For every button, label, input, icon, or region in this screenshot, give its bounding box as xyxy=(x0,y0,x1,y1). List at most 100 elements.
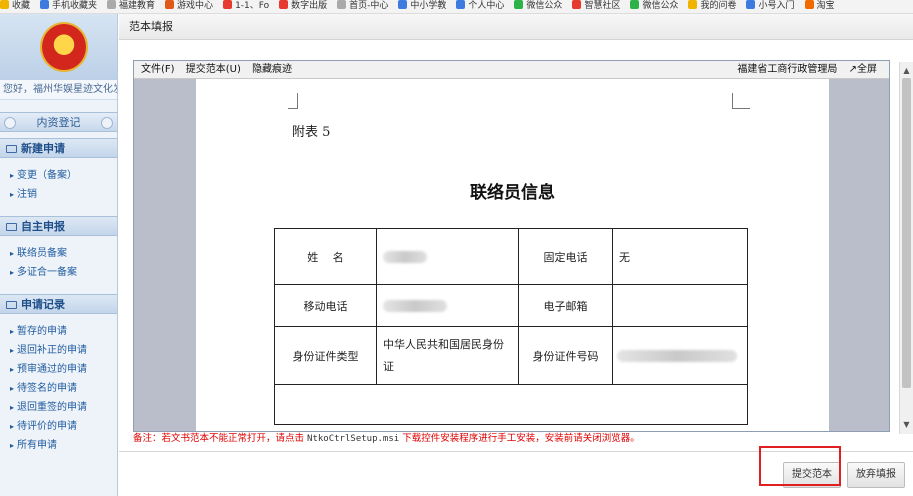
tab-domestic-registration[interactable]: 内资登记 xyxy=(0,112,117,132)
bookmark-item[interactable]: 数字出版 xyxy=(279,0,327,13)
notice-prefix: 备注：若文书范本不能正常打开，请点击 xyxy=(133,433,305,444)
sidebar-item-label: 暂存的申请 xyxy=(17,326,68,337)
label-landline: 固定电话 xyxy=(518,228,613,285)
menu-file[interactable]: 文件(F) xyxy=(141,64,175,75)
sidebar-item[interactable]: ▸ 变更（备案） xyxy=(10,166,117,185)
bookmark-icon xyxy=(572,0,582,9)
sidebar-item[interactable]: ▸ 待签名的申请 xyxy=(10,379,117,398)
arrow-icon: ▸ xyxy=(10,403,15,412)
document-menubar: 文件(F) 提交范本(U) 隐藏痕迹 福建省工商行政管理局 ↗全屏 xyxy=(134,61,889,79)
bookmark-item[interactable]: 微信公众 xyxy=(514,0,563,13)
value-id-number[interactable] xyxy=(612,326,748,385)
national-emblem-logo xyxy=(40,22,88,72)
sidebar-item[interactable]: ▸ 注销 xyxy=(10,185,117,204)
scrollbar-thumb[interactable] xyxy=(902,78,911,388)
document-page: 附表 5 联络员信息 姓 名 固定电话 无 移动电话 电子邮箱 身份证件类型 中… xyxy=(196,79,829,431)
bookmark-icon xyxy=(279,0,289,9)
bookmark-item[interactable]: 微信公众 xyxy=(630,0,678,13)
bookmark-icon xyxy=(107,0,117,9)
bookmarks-bar: 收藏 手机收藏夹 福建教育 游戏中心 1-1、Fo 数字出版 首页-中心 中小学教 个人中心 微信… xyxy=(0,0,913,14)
bookmark-item[interactable]: 1-1、Fo xyxy=(223,0,269,13)
scroll-down-icon[interactable]: ▼ xyxy=(900,418,913,432)
redacted-mobile xyxy=(383,300,447,312)
sidebar-item[interactable]: ▸ 退回重签的申请 xyxy=(10,398,117,417)
sidebar-section-header[interactable]: 新建申请 xyxy=(0,138,117,158)
sidebar-item[interactable]: ▸ 多证合一备案 xyxy=(10,263,117,282)
sidebar-item[interactable]: ▸ 退回补正的申请 xyxy=(10,341,117,360)
document-view[interactable]: 附表 5 联络员信息 姓 名 固定电话 无 移动电话 电子邮箱 身份证件类型 中… xyxy=(134,79,889,431)
highlight-box xyxy=(759,446,841,486)
sidebar-item-label: 变更（备案） xyxy=(17,170,78,181)
sidebar-item[interactable]: ▸ 所有申请 xyxy=(10,436,117,455)
sidebar-item[interactable]: ▸ 联络员备案 xyxy=(10,244,117,263)
bookmark-icon xyxy=(165,0,175,9)
menu-submit-template[interactable]: 提交范本(U) xyxy=(186,64,241,75)
menu-hide-marks[interactable]: 隐藏痕迹 xyxy=(252,64,292,75)
bookmark-label: 中小学教 xyxy=(410,1,447,11)
sidebar-item-label: 待评价的申请 xyxy=(17,421,78,432)
arrow-icon: ▸ xyxy=(10,441,15,450)
bookmark-label: 微信公众 xyxy=(526,1,563,11)
bookmark-label: 个人中心 xyxy=(468,1,505,11)
download-control-link[interactable]: NtkoCtrlSetup.msi xyxy=(307,434,399,444)
fullscreen-button[interactable]: ↗全屏 xyxy=(849,64,877,75)
sidebar-item-label: 所有申请 xyxy=(17,440,58,451)
bookmark-icon xyxy=(223,0,233,9)
notice-suffix: 下载控件安装程序进行手工安装，安装前请关闭浏览器。 xyxy=(402,433,640,444)
bookmark-item[interactable]: 游戏中心 xyxy=(165,0,213,13)
bookmark-icon xyxy=(514,0,524,9)
org-name: 福建省工商行政管理局 xyxy=(737,64,838,75)
appendix-label: 附表 5 xyxy=(292,125,331,140)
arrow-icon: ▸ xyxy=(10,384,15,393)
bookmark-item[interactable]: 淘宝 xyxy=(804,0,835,13)
sidebar-item-label: 预审通过的申请 xyxy=(17,364,88,375)
document-frame: 文件(F) 提交范本(U) 隐藏痕迹 福建省工商行政管理局 ↗全屏 附表 5 联… xyxy=(133,60,890,432)
arrow-icon: ▸ xyxy=(10,171,15,180)
bookmark-icon xyxy=(40,0,50,9)
table-row: 移动电话 电子邮箱 xyxy=(274,284,748,327)
arrow-icon: ▸ xyxy=(10,268,15,277)
sidebar-item-list: ▸ 联络员备案 ▸ 多证合一备案 xyxy=(0,236,117,290)
bookmark-item[interactable]: 我的问卷 xyxy=(688,0,736,13)
folder-icon xyxy=(6,145,17,153)
bookmark-item[interactable]: 个人中心 xyxy=(456,0,505,13)
arrow-icon: ▸ xyxy=(10,422,15,431)
sidebar-item[interactable]: ▸ 待评价的申请 xyxy=(10,417,117,436)
give-up-button[interactable]: 放弃填报 xyxy=(847,462,905,488)
bookmark-item[interactable]: 福建教育 xyxy=(107,0,155,13)
value-mobile[interactable] xyxy=(376,284,519,327)
folder-icon xyxy=(6,301,17,309)
label-id-type: 身份证件类型 xyxy=(274,326,377,385)
margin-mark-right xyxy=(732,93,750,109)
value-id-type[interactable]: 中华人民共和国居民身份证 xyxy=(376,326,519,385)
label-id-number: 身份证件号码 xyxy=(518,326,613,385)
bookmark-icon xyxy=(746,0,756,9)
sidebar-item[interactable]: ▸ 暂存的申请 xyxy=(10,322,117,341)
vertical-scrollbar[interactable]: ▲ ▼ xyxy=(899,62,913,434)
label-name: 姓 名 xyxy=(274,228,377,285)
sidebar-item-list: ▸ 变更（备案） ▸ 注销 xyxy=(0,158,117,212)
bookmark-item[interactable]: 首页-中心 xyxy=(337,0,388,13)
value-landline[interactable]: 无 xyxy=(612,228,748,285)
value-email[interactable] xyxy=(612,284,748,327)
bookmark-item[interactable]: 收藏 xyxy=(0,0,30,13)
sidebar-section-title: 新建申请 xyxy=(21,142,65,155)
arrow-icon: ▸ xyxy=(10,365,15,374)
menubar-right: 福建省工商行政管理局 ↗全屏 xyxy=(737,61,877,79)
bookmark-icon xyxy=(398,0,408,9)
sidebar: 您好，福州华娱星迹文化发展 内资登记 新建申请▸变更（备案）▸注销自主申报▸联络… xyxy=(0,14,118,496)
value-name[interactable] xyxy=(376,228,519,285)
sidebar-item[interactable]: ▸ 预审通过的申请 xyxy=(10,360,117,379)
bookmark-item[interactable]: 中小学教 xyxy=(398,0,447,13)
arrow-icon: ▸ xyxy=(10,190,15,199)
sidebar-item-label: 联络员备案 xyxy=(17,248,68,259)
sidebar-section-header[interactable]: 申请记录 xyxy=(0,294,117,314)
sidebar-section-header[interactable]: 自主申报 xyxy=(0,216,117,236)
redacted-id-number xyxy=(617,350,737,362)
bookmark-item[interactable]: 小号入门 xyxy=(746,0,795,13)
bookmark-icon xyxy=(688,0,698,9)
scroll-up-icon[interactable]: ▲ xyxy=(900,64,913,78)
table-empty-row xyxy=(274,384,748,425)
bookmark-item[interactable]: 手机收藏夹 xyxy=(40,0,97,13)
bookmark-item[interactable]: 智慧社区 xyxy=(572,0,620,13)
